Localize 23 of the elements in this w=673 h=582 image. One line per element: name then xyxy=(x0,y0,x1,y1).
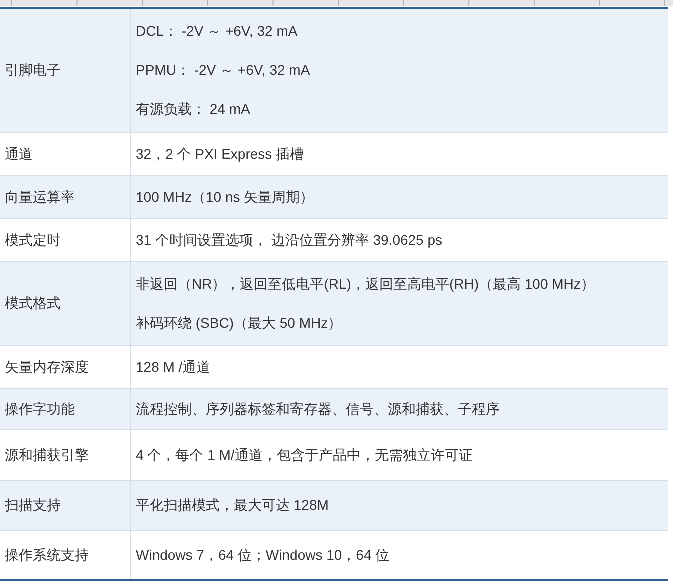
row-value: 31 个时间设置选项， 边沿位置分辨率 39.0625 ps xyxy=(136,230,444,250)
row-value: 4 个，每个 1 M/通道，包含于产品中，无需独立许可证 xyxy=(136,446,474,464)
row-label: 源和捕获引擎 xyxy=(5,446,89,464)
row-value: 补码环绕 (SBC)（最大 50 MHz） xyxy=(136,314,344,333)
row-value: 128 M /通道 xyxy=(136,358,212,376)
row-value: 流程控制、序列器标签和寄存器、信号、源和捕获、子程序 xyxy=(136,400,501,418)
row-label: 矢量内存深度 xyxy=(5,358,89,376)
row-label: 模式格式 xyxy=(5,294,61,313)
row-label: 通道 xyxy=(5,144,33,164)
row-value: Windows 7，64 位；Windows 10，64 位 xyxy=(136,546,391,564)
row-value: DCL： -2V ～ +6V, 32 mA xyxy=(136,22,299,41)
row-label: 向量运算率 xyxy=(5,188,75,206)
row-value: 平化扫描模式，最大可达 128M xyxy=(136,496,330,515)
row-label: 操作系统支持 xyxy=(5,546,89,564)
row-label: 模式定时 xyxy=(5,230,61,250)
row-label: 操作字功能 xyxy=(5,400,75,418)
row-value: PPMU： -2V ～ +6V, 32 mA xyxy=(136,61,312,80)
row-value: 有源负载： 24 mA xyxy=(136,100,252,119)
row-label: 引脚电子 xyxy=(5,61,61,80)
row-value: 32，2 个 PXI Express 插槽 xyxy=(136,144,306,164)
row-label: 扫描支持 xyxy=(5,496,61,515)
row-value: 100 MHz（10 ns 矢量周期） xyxy=(136,188,316,206)
row-value: 非返回（NR），返回至低电平(RL)，返回至高电平(RH)（最高 100 MHz） xyxy=(136,274,596,294)
